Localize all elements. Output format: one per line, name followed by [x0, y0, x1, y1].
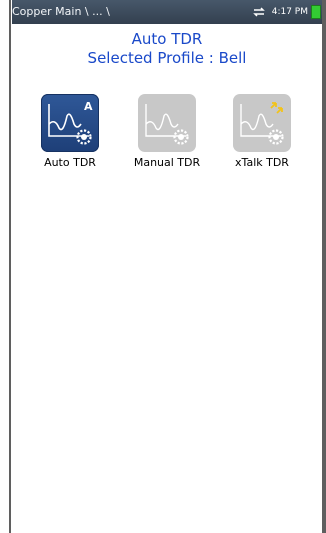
device-bezel-left — [0, 0, 12, 533]
sync-icon — [252, 7, 265, 17]
tile-xtalk-tdr[interactable]: xTalk TDR — [217, 94, 307, 169]
selected-profile: Selected Profile : Bell — [87, 49, 247, 67]
tile-label: Auto TDR — [44, 156, 96, 169]
svg-text:A: A — [84, 100, 93, 113]
clock: 4:17 PM — [271, 7, 308, 17]
manual-tdr-icon — [138, 94, 196, 152]
tile-auto-tdr[interactable]: A Auto TDR — [25, 94, 115, 169]
auto-tdr-icon: A — [41, 94, 99, 152]
xtalk-tdr-icon — [233, 94, 291, 152]
status-indicators: 4:17 PM — [252, 0, 322, 24]
tile-manual-tdr[interactable]: Manual TDR — [122, 94, 212, 169]
page-title: Auto TDR — [131, 30, 203, 48]
device-bezel-right — [322, 0, 326, 533]
screen: Copper Main \ ... \ 4:17 PM Auto TDR Sel… — [12, 0, 322, 533]
tile-label: xTalk TDR — [235, 156, 289, 169]
header: Auto TDR Selected Profile : Bell — [12, 30, 322, 68]
battery-icon — [311, 5, 321, 19]
tile-label: Manual TDR — [133, 156, 201, 169]
status-bar: Copper Main \ ... \ 4:17 PM — [12, 0, 322, 24]
breadcrumb[interactable]: Copper Main \ ... \ — [12, 5, 110, 18]
